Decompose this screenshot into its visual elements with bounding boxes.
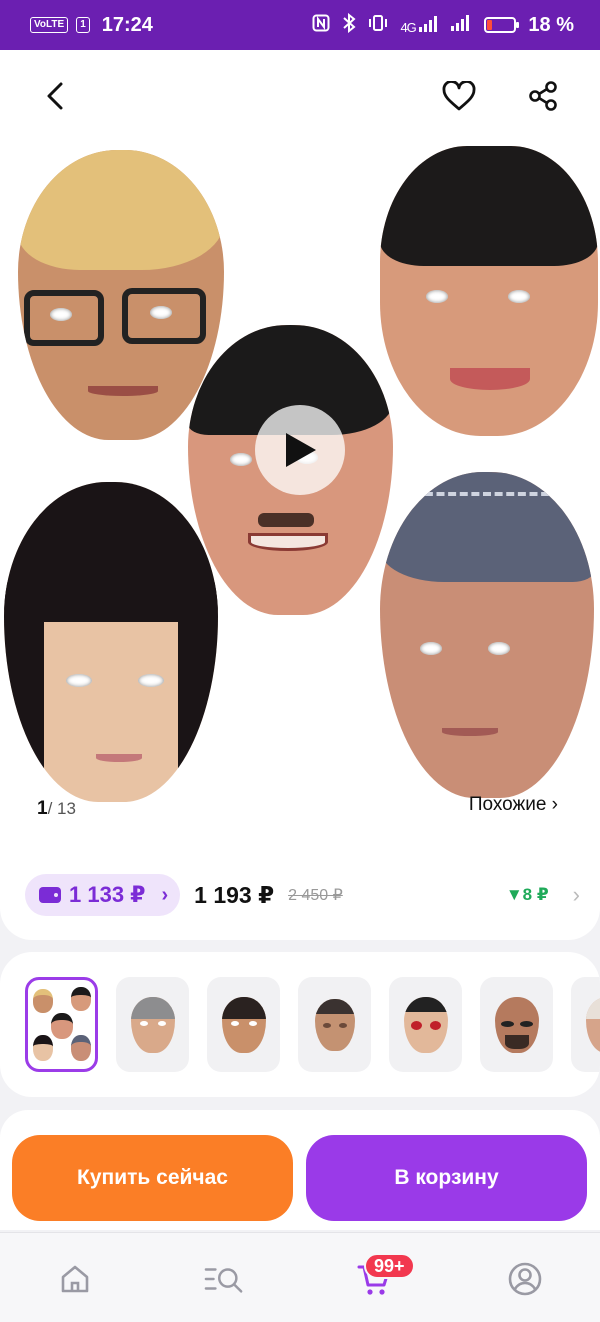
network-type: 4G bbox=[400, 19, 416, 35]
variant-thumb-7[interactable] bbox=[571, 977, 600, 1072]
profile-icon bbox=[508, 1262, 542, 1296]
variant-thumb-3[interactable] bbox=[207, 977, 280, 1072]
chevron-left-icon bbox=[47, 82, 63, 110]
buy-now-button[interactable]: Купить сейчас bbox=[12, 1135, 293, 1221]
old-price: 2 450 ₽ bbox=[288, 887, 343, 904]
mask-face-woman bbox=[4, 482, 218, 802]
price-row[interactable]: 1 133 ₽ › 1 193 ₽ 2 450 ₽ ▼8 ₽ › bbox=[25, 873, 580, 917]
image-counter-total: / 13 bbox=[47, 799, 76, 818]
mask-thumbnail bbox=[494, 996, 539, 1053]
wallet-icon bbox=[39, 887, 61, 903]
battery-icon bbox=[484, 17, 520, 33]
mask-thumbnail bbox=[403, 996, 448, 1053]
mask-face-hat bbox=[380, 146, 598, 436]
product-gallery[interactable]: 1/ 13 Похожие › 1 133 ₽ › 1 193 ₽ 2 450 … bbox=[0, 50, 600, 940]
play-video-button[interactable] bbox=[255, 405, 345, 495]
catalog-search-icon bbox=[204, 1268, 243, 1293]
mask-thumbnail bbox=[221, 996, 266, 1053]
variant-thumb-5[interactable] bbox=[389, 977, 462, 1072]
mask-thumbnail bbox=[585, 996, 600, 1053]
share-button[interactable] bbox=[521, 74, 565, 118]
collage-icon bbox=[31, 985, 93, 1065]
battery-fill bbox=[487, 20, 493, 30]
wallet-price-pill[interactable]: 1 133 ₽ › bbox=[25, 874, 181, 916]
volte-indicator: VoLTE bbox=[30, 17, 69, 33]
wallet-chevron-icon: › bbox=[161, 883, 169, 906]
share-icon bbox=[529, 81, 557, 111]
bottom-navigation: 99+ bbox=[0, 1232, 600, 1322]
mask-face-cap bbox=[380, 472, 594, 798]
similar-link[interactable]: Похожие › bbox=[469, 794, 558, 816]
sim-indicator: 1 bbox=[76, 17, 90, 33]
price-details-chevron-icon[interactable]: › bbox=[573, 882, 580, 908]
wallet-price: 1 133 ₽ bbox=[69, 882, 146, 907]
home-icon bbox=[61, 1265, 89, 1293]
image-counter-current: 1 bbox=[37, 798, 48, 819]
mask-thumbnail bbox=[130, 996, 175, 1053]
bluetooth-icon bbox=[342, 12, 356, 38]
battery-percent: 18 % bbox=[528, 13, 574, 36]
current-price: 1 193 ₽ bbox=[194, 881, 275, 908]
clock: 17:24 bbox=[101, 13, 153, 36]
mask-thumbnail bbox=[314, 998, 355, 1051]
variant-thumb-4[interactable] bbox=[298, 977, 371, 1072]
price-drop: ▼8 ₽ bbox=[505, 885, 549, 904]
nfc-icon bbox=[312, 14, 330, 37]
nav-home[interactable] bbox=[55, 1259, 95, 1299]
variant-thumb-6[interactable] bbox=[480, 977, 553, 1072]
cart-count-badge: 99+ bbox=[364, 1253, 415, 1279]
variant-thumb-2[interactable] bbox=[116, 977, 189, 1072]
back-button[interactable] bbox=[34, 74, 78, 118]
variant-selector[interactable] bbox=[0, 952, 600, 1097]
nav-catalog[interactable] bbox=[204, 1259, 244, 1299]
variant-thumb-collage[interactable] bbox=[25, 977, 98, 1072]
vibrate-icon bbox=[368, 14, 388, 37]
heart-icon bbox=[442, 81, 476, 111]
add-to-cart-button[interactable]: В корзину bbox=[306, 1135, 587, 1221]
nav-profile[interactable] bbox=[505, 1259, 545, 1299]
status-bar: VoLTE 1 17:24 4G 18 % bbox=[0, 0, 600, 50]
image-counter: 1/ 13 bbox=[37, 798, 76, 820]
signal-icon bbox=[450, 14, 472, 36]
play-icon bbox=[286, 433, 316, 467]
action-bar: Купить сейчас В корзину bbox=[0, 1110, 600, 1230]
mobile-data-icon: 4G bbox=[400, 15, 438, 35]
favorite-button[interactable] bbox=[437, 74, 481, 118]
